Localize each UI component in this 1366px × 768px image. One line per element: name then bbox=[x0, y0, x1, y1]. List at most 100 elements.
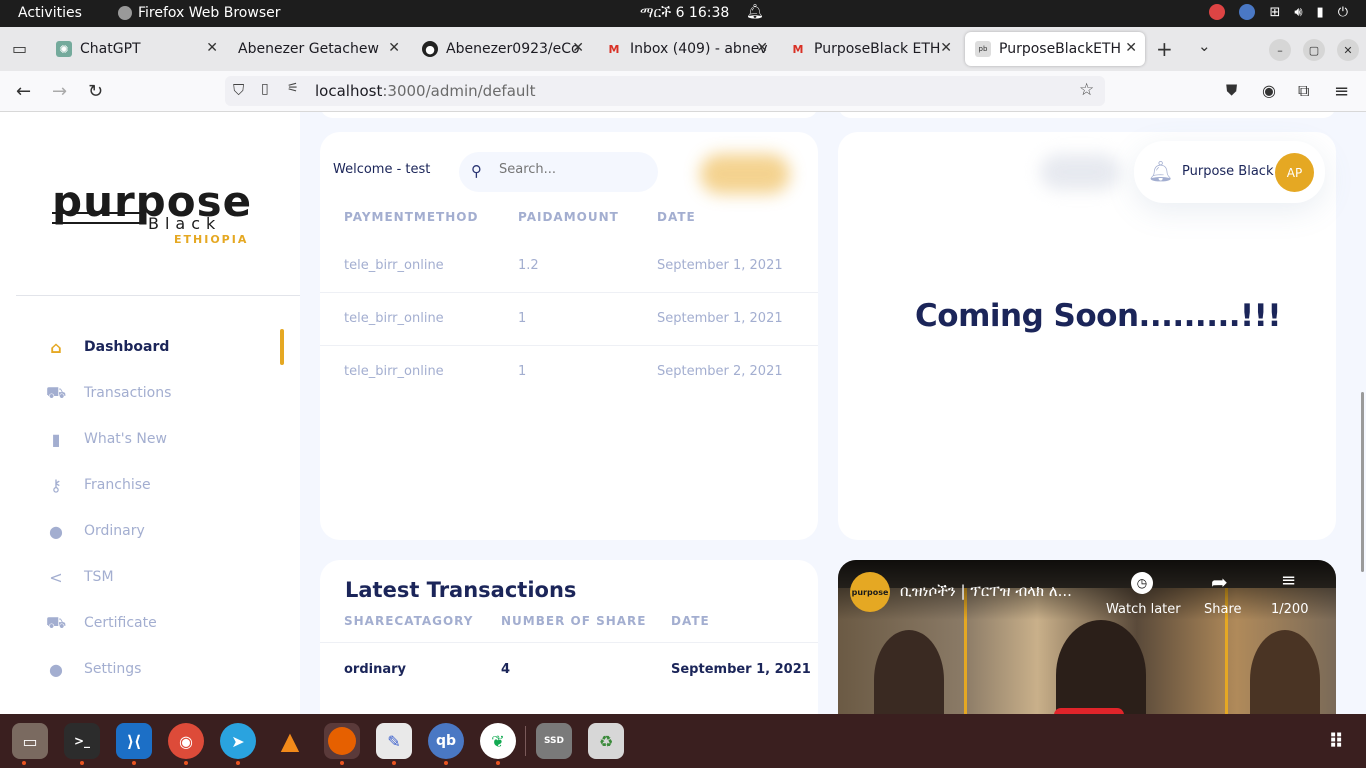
extensions-icon[interactable]: ⧉ bbox=[1298, 81, 1309, 101]
playlist-count: 1/200 bbox=[1271, 602, 1309, 617]
running-indicator bbox=[392, 761, 396, 765]
sidebar-item-label: TSM bbox=[84, 569, 114, 585]
date-cell: September 1, 2021 bbox=[671, 662, 811, 677]
playlist-icon[interactable]: ≡ bbox=[1281, 570, 1296, 591]
user-menu[interactable]: 🔔︎ Purpose Black AP bbox=[1134, 141, 1325, 203]
sidebar-item-franchise[interactable]: ⚷ Franchise bbox=[46, 473, 151, 497]
chrome-icon[interactable]: ◉ bbox=[168, 723, 204, 759]
clock[interactable]: ማርች 6 16:38 bbox=[640, 5, 729, 21]
gmail-icon: M bbox=[608, 42, 620, 56]
new-tab-button[interactable]: + bbox=[1156, 37, 1173, 61]
close-icon[interactable]: ✕ bbox=[940, 40, 952, 56]
sidebar-item-ordinary[interactable]: ● Ordinary bbox=[46, 519, 145, 543]
show-apps-grid-icon[interactable]: ⠿ bbox=[1318, 723, 1354, 759]
app-menu[interactable]: Firefox Web Browser bbox=[118, 5, 281, 21]
shield-icon[interactable]: ⛉ bbox=[233, 81, 244, 99]
browser-tab-bar: ▭ ✺ ChatGPT ✕ Abenezer Getachew ✕ ● Aben… bbox=[0, 27, 1366, 71]
search-box[interactable]: ⚲ bbox=[459, 152, 658, 192]
close-icon[interactable]: ✕ bbox=[572, 40, 584, 56]
cart-icon: ⛟ bbox=[46, 612, 67, 632]
menu-icon[interactable]: ≡ bbox=[1334, 81, 1349, 102]
app-name: Firefox Web Browser bbox=[138, 5, 281, 21]
tab-github[interactable]: ● Abenezer0923/eCo ✕ bbox=[412, 32, 592, 66]
list-tabs-chevron-icon[interactable]: ⌄ bbox=[1198, 37, 1211, 55]
user-name: Purpose Black bbox=[1182, 164, 1274, 179]
tab-label: Abenezer0923/eCo bbox=[446, 41, 580, 57]
reload-icon[interactable]: ↻ bbox=[88, 81, 103, 102]
tab-purposeblacketh[interactable]: pb PurposeBlackETH ✕ bbox=[965, 32, 1145, 66]
running-indicator bbox=[236, 761, 240, 765]
maximize-button[interactable]: ▢ bbox=[1303, 39, 1325, 61]
gmail-icon: M bbox=[792, 42, 804, 56]
url-text[interactable]: localhost:3000/admin/default bbox=[315, 82, 535, 100]
avatar[interactable]: AP bbox=[1275, 153, 1314, 192]
close-icon[interactable]: ✕ bbox=[388, 40, 400, 56]
welcome-text: Welcome - test bbox=[333, 162, 431, 177]
close-window-button[interactable]: ✕ bbox=[1337, 39, 1359, 61]
search-input[interactable] bbox=[499, 162, 649, 177]
video-title[interactable]: ቢዝነሶችን | ፕርፐዝ ብላክ ለ... bbox=[900, 582, 1100, 600]
terminal-icon[interactable]: >_ bbox=[64, 723, 100, 759]
share-count-cell: 4 bbox=[501, 662, 511, 677]
paid-amount-cell: 1.2 bbox=[518, 258, 539, 273]
payments-col-amount: PAIDAMOUNT bbox=[518, 210, 619, 224]
running-indicator bbox=[496, 761, 500, 765]
drive-icon[interactable]: SSD bbox=[536, 723, 572, 759]
close-icon[interactable]: ✕ bbox=[1125, 40, 1137, 56]
alarm-icon: 🔔︎ bbox=[746, 4, 764, 20]
sidebar-item-dashboard[interactable]: ⌂ Dashboard bbox=[46, 335, 169, 359]
clock-icon[interactable]: ◷ bbox=[1131, 572, 1153, 594]
bookmark-star-icon[interactable]: ☆ bbox=[1079, 80, 1094, 100]
qbittorrent-icon[interactable]: qb bbox=[428, 723, 464, 759]
tab-gmail-purposeblack[interactable]: M PurposeBlack ETH ✕ bbox=[780, 32, 960, 66]
telegram-icon[interactable]: ➤ bbox=[220, 723, 256, 759]
vlc-icon[interactable]: ▲ bbox=[272, 723, 308, 759]
pocket-icon[interactable]: ⛊ bbox=[1226, 81, 1237, 99]
close-icon[interactable]: ✕ bbox=[756, 40, 768, 56]
sidebar-item-label: Franchise bbox=[84, 477, 151, 493]
running-indicator bbox=[22, 761, 26, 765]
tab-abenezer[interactable]: Abenezer Getachew ✕ bbox=[228, 32, 408, 66]
youtube-video-embed[interactable]: purpose ቢዝነሶችን | ፕርፐዝ ብላክ ለ... ◷ Watch l… bbox=[838, 560, 1336, 714]
sidebar-item-certificate[interactable]: ⛟ Certificate bbox=[46, 611, 157, 635]
activities-button[interactable]: Activities bbox=[18, 5, 82, 21]
trash-icon[interactable]: ♻ bbox=[588, 723, 624, 759]
page-icon[interactable]: ▯ bbox=[261, 81, 269, 97]
sidebar-item-transactions[interactable]: ⛟ Transactions bbox=[46, 381, 171, 405]
system-tray[interactable]: ⊞ 🔊︎ ▮ ⏻ bbox=[1209, 4, 1348, 20]
permissions-icon[interactable]: ⚟ bbox=[287, 81, 299, 96]
person-icon: ● bbox=[49, 659, 63, 679]
text-editor-icon[interactable]: ✎ bbox=[376, 723, 412, 759]
tab-chatgpt[interactable]: ✺ ChatGPT ✕ bbox=[46, 32, 226, 66]
sidebar-divider bbox=[16, 295, 300, 296]
bell-icon[interactable]: 🔔︎ bbox=[1148, 159, 1173, 183]
url-bar[interactable]: ⛉ ▯ ⚟ localhost:3000/admin/default ☆ bbox=[225, 76, 1105, 106]
forward-arrow-icon[interactable]: → bbox=[52, 81, 67, 102]
power-icon: ⏻ bbox=[1337, 4, 1348, 20]
firefox-icon[interactable] bbox=[324, 723, 360, 759]
qbittorrent-tray-icon bbox=[1239, 4, 1256, 20]
tab-overview-icon[interactable]: ▭ bbox=[12, 39, 27, 58]
paid-amount-cell: 1 bbox=[518, 311, 527, 326]
sidebar-item-whats-new[interactable]: ▮ What's New bbox=[46, 427, 167, 451]
channel-avatar[interactable]: purpose bbox=[850, 572, 890, 612]
share-arrow-icon[interactable]: ➦ bbox=[1211, 570, 1228, 594]
sidebar-item-settings[interactable]: ● Settings bbox=[46, 657, 141, 681]
tab-gmail-inbox[interactable]: M Inbox (409) - abnev ✕ bbox=[596, 32, 776, 66]
mongodb-compass-icon[interactable]: ❦ bbox=[480, 723, 516, 759]
share-label[interactable]: Share bbox=[1204, 602, 1242, 617]
minimize-button[interactable]: – bbox=[1269, 39, 1291, 61]
system-top-bar: Activities Firefox Web Browser ማርች 6 16:… bbox=[0, 0, 1366, 27]
page-scrollbar[interactable] bbox=[1361, 392, 1364, 572]
purposeblack-logo[interactable]: purpose Black ETHIOPIA bbox=[52, 181, 252, 252]
files-icon[interactable]: ▭ bbox=[12, 723, 48, 759]
vscode-icon[interactable]: ⟩⟨ bbox=[116, 723, 152, 759]
close-icon[interactable]: ✕ bbox=[206, 40, 218, 56]
battery-icon: ▮ bbox=[1316, 4, 1324, 20]
dock-separator bbox=[525, 726, 526, 756]
account-icon[interactable]: ◉ bbox=[1262, 81, 1276, 100]
watch-later-label[interactable]: Watch later bbox=[1106, 602, 1181, 617]
back-arrow-icon[interactable]: ← bbox=[16, 81, 31, 102]
latest-col-date: DATE bbox=[671, 614, 710, 628]
sidebar-item-tsm[interactable]: < TSM bbox=[46, 565, 114, 589]
